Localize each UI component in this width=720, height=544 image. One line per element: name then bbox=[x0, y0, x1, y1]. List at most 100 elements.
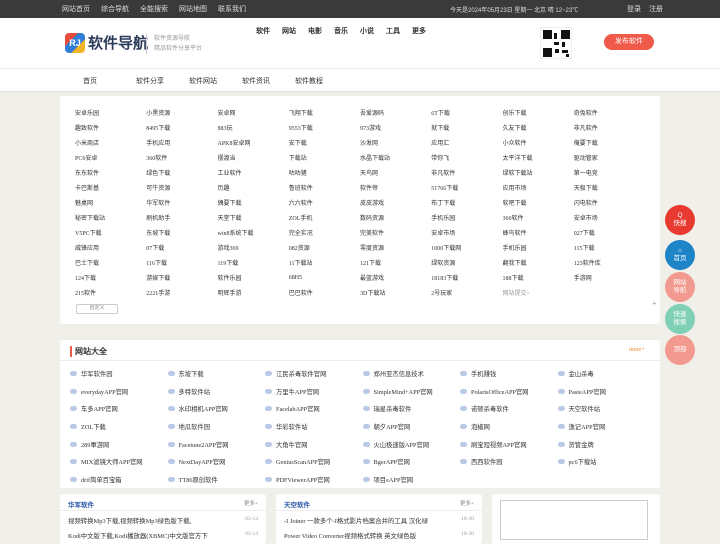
quick-link[interactable]: 116下载 bbox=[146, 258, 217, 267]
publish-software-button[interactable]: 发布软件 bbox=[604, 34, 654, 50]
item-title[interactable]: -I Joiner 一款多个-I格式影片档案合并的工具 汉化绿 bbox=[284, 516, 428, 525]
nav-music[interactable]: 音乐 bbox=[334, 26, 348, 36]
quick-link[interactable]: 3D下载站 bbox=[360, 288, 431, 297]
login-link[interactable]: 登录 bbox=[627, 4, 641, 14]
quick-link[interactable]: 124下载 bbox=[75, 273, 146, 282]
quick-link[interactable]: 188下载 bbox=[503, 273, 574, 282]
quick-link[interactable]: 完全实况 bbox=[289, 228, 360, 237]
back-to-top-fab[interactable]: 顶部 bbox=[665, 335, 695, 365]
quick-link[interactable]: 应用汇 bbox=[431, 138, 502, 147]
quick-link[interactable]: V5PC下载 bbox=[75, 228, 146, 237]
quick-link[interactable]: 027下载 bbox=[574, 228, 645, 237]
quick-link[interactable]: 久友下载 bbox=[503, 123, 574, 132]
quick-link[interactable]: 网站提交> bbox=[503, 288, 574, 297]
quick-link[interactable]: 威锋应用 bbox=[75, 243, 146, 252]
site-link[interactable]: 多特软件站 bbox=[167, 387, 266, 396]
quick-link[interactable]: 天鸟网 bbox=[360, 168, 431, 177]
quick-link[interactable]: 天堂下载 bbox=[218, 213, 289, 222]
quick-link[interactable]: 下载站 bbox=[289, 153, 360, 162]
subnav-software-news[interactable]: 软件资讯 bbox=[242, 76, 295, 86]
site-link[interactable]: 东坡下载 bbox=[167, 369, 266, 378]
site-link[interactable]: 江民杀毒软件官网 bbox=[265, 369, 363, 378]
nav-tools[interactable]: 工具 bbox=[386, 26, 400, 36]
quick-link[interactable]: 18183下载 bbox=[431, 273, 502, 282]
site-link[interactable]: 逸记APP官网 bbox=[557, 422, 656, 431]
site-link[interactable]: PolarisOfficeAPP官网 bbox=[460, 387, 558, 396]
quick-link[interactable]: 115下载 bbox=[574, 243, 645, 252]
quick-link[interactable]: 安下载 bbox=[289, 138, 360, 147]
quick-link[interactable]: 驱动管家 bbox=[574, 153, 645, 162]
quick-search-fab[interactable]: Q 快搜 bbox=[665, 205, 695, 235]
quick-link[interactable]: 123软件库 bbox=[574, 258, 645, 267]
quick-link[interactable]: 东东软件 bbox=[75, 168, 146, 177]
site-link[interactable]: MIX滤镜大师APP官网 bbox=[70, 457, 168, 466]
quick-link[interactable]: 飞翔下载 bbox=[289, 108, 360, 117]
site-link[interactable]: everydayAPP官网 bbox=[70, 387, 168, 396]
quick-link[interactable]: ZOL手机 bbox=[289, 213, 360, 222]
quick-link[interactable]: 工业软件 bbox=[218, 168, 289, 177]
quick-link[interactable]: 小米商店 bbox=[75, 138, 146, 147]
quick-link[interactable]: 零度资源 bbox=[360, 243, 431, 252]
quick-link[interactable]: 皮皮游戏 bbox=[360, 198, 431, 207]
quick-link[interactable]: 秘密下载站 bbox=[75, 213, 146, 222]
quick-link[interactable]: 数码资源 bbox=[360, 213, 431, 222]
nav-software[interactable]: 软件 bbox=[256, 26, 270, 36]
quick-link[interactable]: 创乐下载 bbox=[503, 108, 574, 117]
quick-link[interactable]: 巴士下载 bbox=[75, 258, 146, 267]
nav-sites[interactable]: 网站 bbox=[282, 26, 296, 36]
quick-link[interactable]: 绿色下载 bbox=[146, 168, 217, 177]
quick-link[interactable]: 883玩 bbox=[218, 123, 289, 132]
quick-link[interactable]: 手机乐园 bbox=[503, 243, 574, 252]
site-link[interactable]: 项目eAPP官网 bbox=[362, 475, 461, 484]
sites-more-link[interactable]: more+ bbox=[629, 347, 645, 353]
quick-link[interactable]: 07下载 bbox=[146, 243, 217, 252]
card-more-link[interactable]: 更多+ bbox=[244, 499, 258, 507]
site-link[interactable]: BgerAPP官网 bbox=[362, 457, 461, 466]
quick-link[interactable]: 软件帝 bbox=[360, 183, 431, 192]
quick-link[interactable]: 巴巴软件 bbox=[289, 288, 360, 297]
site-link[interactable]: 万里牛APP官网 bbox=[265, 387, 363, 396]
quick-link[interactable]: 蜂鸟软件 bbox=[503, 228, 574, 237]
site-link[interactable]: 车多APP官网 bbox=[70, 404, 168, 413]
quick-link[interactable]: 六六软件 bbox=[289, 198, 360, 207]
quick-link[interactable]: 咕咕猪 bbox=[289, 168, 360, 177]
quick-link[interactable]: 俺要下载 bbox=[574, 138, 645, 147]
quick-link[interactable]: 安卓乐园 bbox=[75, 108, 146, 117]
quick-link[interactable]: 安卓市场 bbox=[574, 213, 645, 222]
site-link[interactable]: PasteAPP官网 bbox=[557, 387, 656, 396]
top-link-nav[interactable]: 综合导航 bbox=[101, 4, 129, 14]
site-link[interactable]: 泡椒网 bbox=[460, 422, 558, 431]
quick-link[interactable]: 明辉手游 bbox=[218, 288, 289, 297]
site-link[interactable]: 郑州亚杰信息技术 bbox=[362, 369, 461, 378]
site-link[interactable]: TT86原创软件 bbox=[167, 475, 266, 484]
quick-link[interactable]: 1000下载网 bbox=[431, 243, 502, 252]
quick-link[interactable]: 小众软件 bbox=[503, 138, 574, 147]
site-nav-fab[interactable]: 网站 导航 bbox=[665, 272, 695, 302]
quick-link[interactable]: 11下载站 bbox=[289, 258, 360, 267]
top-link-sitemap[interactable]: 网站地图 bbox=[179, 4, 207, 14]
site-link[interactable]: SimpleMind+APP官网 bbox=[362, 387, 461, 396]
quick-link[interactable]: 082资源 bbox=[289, 243, 360, 252]
quick-link[interactable]: 绿软下载站 bbox=[503, 168, 574, 177]
quick-link[interactable]: 68H5 bbox=[289, 275, 360, 281]
quick-link[interactable]: 天极下载 bbox=[574, 183, 645, 192]
site-link[interactable]: Facetune2APP官网 bbox=[167, 440, 266, 449]
item-title[interactable]: 视频转换Mp3下载,视频转换Mp3绿色版下载, bbox=[68, 516, 191, 525]
fast-search-fab[interactable]: 快速 搜索 bbox=[665, 304, 695, 334]
site-link[interactable]: 地瓜软件园 bbox=[167, 422, 266, 431]
quick-link[interactable]: 翻我下载 bbox=[503, 258, 574, 267]
quick-link[interactable]: 布丁下载 bbox=[431, 198, 502, 207]
subnav-software-tutorials[interactable]: 软件教程 bbox=[295, 76, 348, 86]
quick-link[interactable]: 215软件 bbox=[75, 288, 146, 297]
site-link[interactable]: PDFViewerAPP官网 bbox=[265, 475, 363, 484]
quick-link[interactable]: 6T下载 bbox=[431, 108, 502, 117]
site-link[interactable]: 华军软件园 bbox=[70, 369, 168, 378]
quick-link[interactable]: 摆渡当 bbox=[218, 153, 289, 162]
quick-link[interactable]: 完美软件 bbox=[360, 228, 431, 237]
site-link[interactable]: 手机赚钱 bbox=[460, 369, 558, 378]
quick-link[interactable]: 奇兔软件 bbox=[574, 108, 645, 117]
quick-link[interactable]: 可牛资源 bbox=[146, 183, 217, 192]
list-item[interactable]: Power Video Converter视频格式转换 英文绿色版 10-30 bbox=[284, 531, 474, 540]
quick-link[interactable]: 非凡软件 bbox=[574, 123, 645, 132]
top-link-contact[interactable]: 联系我们 bbox=[218, 4, 246, 14]
